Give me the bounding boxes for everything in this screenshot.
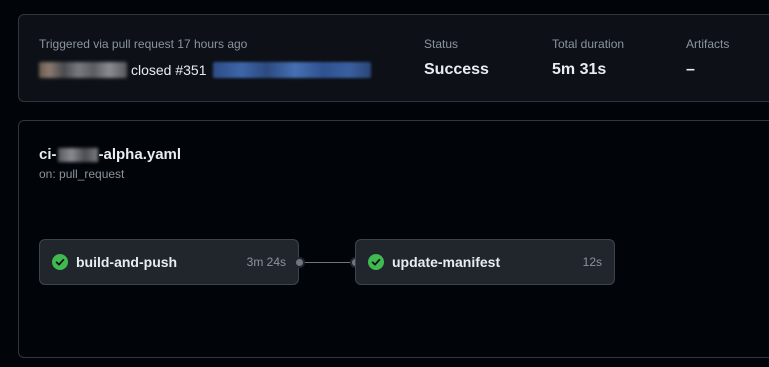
redacted-pr-title[interactable]: [212, 62, 371, 78]
status-label: Status: [424, 37, 459, 51]
duration-stat: Total duration 5m 31s: [552, 37, 624, 79]
workflow-name-suffix: -alpha.yaml: [98, 146, 182, 163]
job-connector-line: [300, 262, 356, 263]
trigger-label: Triggered via pull request 17 hours ago: [39, 37, 248, 51]
artifacts-stat: Artifacts –: [686, 37, 729, 79]
job-build-and-push[interactable]: build-and-push 3m 24s: [39, 239, 299, 285]
job-output-connector: [294, 257, 305, 268]
job-name: build-and-push: [76, 254, 178, 270]
check-circle-icon: [368, 254, 384, 270]
status-value: Success: [424, 61, 489, 78]
redacted-username[interactable]: [39, 62, 127, 78]
trigger-line: closed #351: [39, 62, 371, 78]
workflow-name-prefix: ci-: [39, 146, 57, 163]
run-summary-card: Triggered via pull request 17 hours ago …: [18, 14, 769, 102]
status-stat: Status Success: [424, 37, 489, 79]
workflow-title[interactable]: ci- -alpha.yaml: [39, 146, 181, 163]
job-name: update-manifest: [392, 254, 501, 270]
duration-label: Total duration: [552, 37, 625, 51]
job-duration: 12s: [582, 255, 602, 269]
job-duration: 3m 24s: [246, 255, 286, 269]
duration-value: 5m 31s: [552, 61, 607, 78]
workflow-graph-card: ci- -alpha.yaml on: pull_request build-a…: [18, 120, 769, 358]
job-update-manifest[interactable]: update-manifest 12s: [355, 239, 615, 285]
check-circle-icon: [52, 254, 68, 270]
artifacts-label: Artifacts: [686, 37, 730, 51]
artifacts-value: –: [686, 61, 695, 78]
workflow-trigger: on: pull_request: [39, 167, 125, 181]
trigger-action[interactable]: closed #351: [131, 62, 207, 78]
redacted-workflow-name: [57, 147, 98, 162]
